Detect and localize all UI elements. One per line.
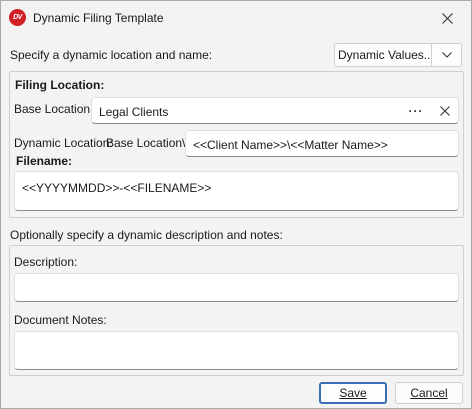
dynamic-location-prefix: Base Location\ xyxy=(106,136,186,150)
filename-field[interactable]: <<YYYYMMDD>>-<<FILENAME>> xyxy=(14,171,459,211)
save-button[interactable]: Save xyxy=(319,382,387,404)
save-button-label: Save xyxy=(339,386,367,400)
filing-location-group: Filing Location: Base Location: Legal Cl… xyxy=(9,71,464,218)
dynamic-values-label: Dynamic Values.... xyxy=(338,48,431,62)
window-title: Dynamic Filing Template xyxy=(33,11,164,25)
window-close-button[interactable] xyxy=(429,3,465,33)
filename-value: <<YYYYMMDD>>-<<FILENAME>> xyxy=(22,181,212,195)
clear-icon xyxy=(440,106,450,116)
filing-location-heading: Filing Location: xyxy=(15,78,105,92)
description-label: Description: xyxy=(14,255,78,269)
app-logo: DV xyxy=(9,9,26,26)
cancel-button-label: Cancel xyxy=(410,386,448,400)
dynamic-values-dropdown[interactable] xyxy=(432,52,461,58)
location-prompt: Specify a dynamic location and name: xyxy=(10,48,213,62)
clear-location-button[interactable] xyxy=(433,99,457,123)
close-icon xyxy=(441,12,453,24)
description-field[interactable] xyxy=(14,273,459,302)
dynamic-location-field[interactable]: <<Client Name>>\<<Matter Name>> xyxy=(185,130,459,157)
dialog-window: DV Dynamic Filing Template Specify a dyn… xyxy=(0,0,472,409)
base-location-value: Legal Clients xyxy=(99,105,169,119)
ellipsis-icon: ··· xyxy=(408,104,424,118)
description-notes-group: Description: Document Notes: xyxy=(9,245,464,376)
document-notes-field[interactable] xyxy=(14,331,459,370)
browse-location-button[interactable]: ··· xyxy=(404,99,428,123)
notes-prompt: Optionally specify a dynamic description… xyxy=(10,228,283,242)
cancel-button[interactable]: Cancel xyxy=(395,382,463,404)
filename-heading: Filename: xyxy=(16,154,73,168)
dynamic-location-value: <<Client Name>>\<<Matter Name>> xyxy=(193,138,388,152)
chevron-down-icon xyxy=(441,52,452,58)
app-logo-text: DV xyxy=(13,14,22,21)
dynamic-location-label: Dynamic Location: xyxy=(14,136,113,150)
base-location-label: Base Location: xyxy=(14,102,94,116)
base-location-field[interactable]: Legal Clients ··· xyxy=(91,97,459,124)
dynamic-values-button[interactable]: Dynamic Values.... xyxy=(334,43,462,67)
title-bar: DV Dynamic Filing Template xyxy=(1,1,471,35)
document-notes-label: Document Notes: xyxy=(14,313,107,327)
